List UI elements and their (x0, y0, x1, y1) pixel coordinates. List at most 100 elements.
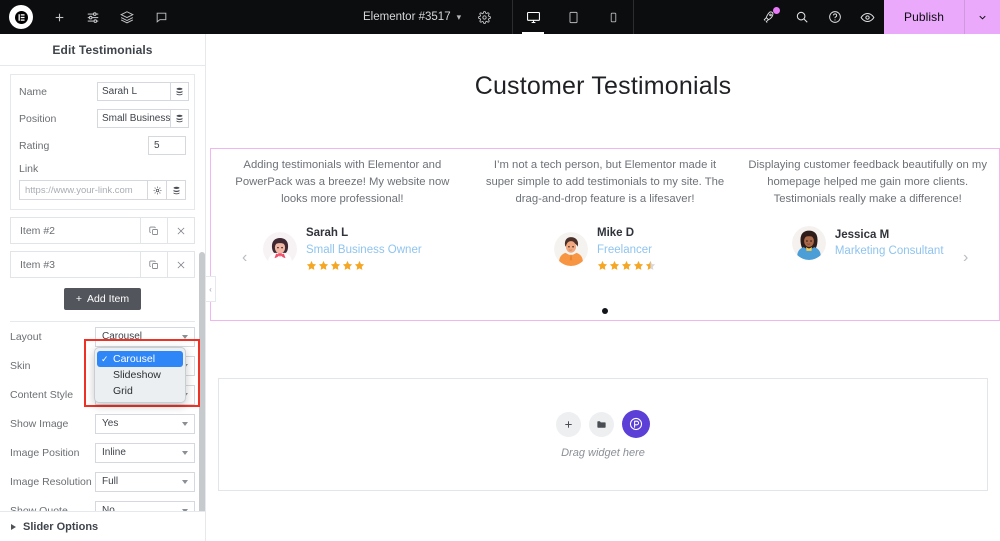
notification-badge-dot (773, 7, 780, 14)
whats-new-rocket-icon[interactable] (752, 0, 785, 34)
author-name: Mike D (597, 227, 635, 240)
chevron-right-icon (11, 523, 16, 530)
carousel-prev-arrow[interactable]: ‹ (242, 249, 247, 267)
settings-sliders-icon[interactable] (76, 0, 110, 34)
layout-option-grid[interactable]: Grid (97, 383, 183, 399)
carousel-pagination[interactable] (211, 308, 999, 314)
testimonial-text: Adding testimonials with Elementor and P… (235, 159, 450, 206)
plus-icon[interactable] (556, 411, 581, 437)
control-image-resolution-label: Image Resolution (10, 475, 92, 488)
toolbar-left-group (0, 0, 178, 34)
control-show-image-label: Show Image (10, 417, 69, 430)
testimonial-text: I’m not a tech person, but Elementor mad… (485, 159, 725, 206)
dynamic-tag-icon[interactable] (167, 180, 186, 200)
testimonials-widget[interactable]: Adding testimonials with Elementor and P… (210, 148, 1000, 321)
panel-collapse-toggle[interactable]: ‹ (206, 276, 216, 302)
position-input[interactable]: Small Business (97, 109, 171, 128)
show-image-select[interactable]: Yes (95, 413, 195, 434)
link-input[interactable]: https://www.your-link.com (19, 180, 148, 200)
field-position-label: Position (19, 112, 57, 125)
layout-dropdown-menu[interactable]: ✓ Carousel Slideshow Grid (94, 347, 186, 403)
show-image-select-value: Yes (102, 418, 119, 429)
help-icon[interactable] (818, 0, 851, 34)
pagination-dot[interactable] (602, 308, 608, 314)
control-image-resolution: Image Resolution Full (0, 467, 205, 496)
slider-options-label: Slider Options (23, 520, 99, 533)
add-element-icon[interactable] (42, 0, 76, 34)
control-image-position: Image Position Inline (0, 438, 205, 467)
layout-select-value: Carousel (102, 331, 143, 342)
device-desktop[interactable] (513, 0, 553, 34)
control-layout-label: Layout (10, 330, 42, 343)
preview-canvas: Customer Testimonials Adding testimonial… (206, 34, 1000, 541)
duplicate-icon[interactable] (140, 217, 167, 244)
testimonial-carousel: Adding testimonials with Elementor and P… (211, 149, 999, 320)
page-title: Customer Testimonials (474, 72, 732, 100)
device-mode-switcher (512, 0, 634, 34)
name-input[interactable]: Sarah L (97, 82, 171, 101)
add-item-button[interactable]: + Add Item (64, 288, 141, 310)
chevron-down-icon: ▾ (456, 11, 462, 22)
repeater-item-2[interactable]: Item #2 (10, 217, 195, 244)
testimonial-slide-1: Adding testimonials with Elementor and P… (211, 149, 474, 320)
remove-icon[interactable] (167, 217, 194, 244)
carousel-next-arrow[interactable]: › (963, 249, 968, 267)
rating-stars (597, 260, 656, 271)
avatar (791, 226, 826, 261)
image-position-select[interactable]: Inline (95, 442, 195, 463)
drag-widget-dropzone[interactable]: Drag widget here (218, 378, 988, 491)
avatar (262, 231, 297, 266)
repeater-item-3[interactable]: Item #3 (10, 251, 195, 278)
layout-select[interactable]: Carousel (95, 326, 195, 347)
image-position-select-value: Inline (102, 447, 126, 458)
panel-scrollbar[interactable] (199, 252, 205, 541)
control-image-position-label: Image Position (10, 446, 80, 459)
page-settings-gear-icon[interactable] (469, 0, 499, 34)
author-info: Mike D Freelancer (597, 226, 656, 271)
field-rating: Rating 5 (19, 136, 186, 155)
powerpack-p-icon[interactable] (622, 410, 650, 438)
elementor-logo-icon[interactable] (9, 5, 33, 29)
panel-header: Edit Testimonials (0, 34, 205, 66)
layout-option-carousel-label: Carousel (113, 353, 156, 365)
panel-body: Name Sarah L Position Small Business Rat… (0, 66, 205, 541)
image-resolution-select[interactable]: Full (95, 471, 195, 492)
comments-icon[interactable] (144, 0, 178, 34)
remove-icon[interactable] (167, 251, 194, 278)
author-name: Jessica M (834, 228, 890, 241)
preview-eye-icon[interactable] (851, 0, 884, 34)
testimonial-author: Mike D Freelancer (554, 226, 656, 271)
field-name: Name Sarah L (19, 82, 189, 101)
plus-icon: + (75, 293, 83, 305)
testimonial-author: Jessica M Marketing Consultant (791, 226, 944, 261)
device-tablet[interactable] (553, 0, 593, 34)
add-item-label: Add Item (87, 293, 130, 305)
panel-title: Edit Testimonials (52, 42, 153, 57)
publish-options-chevron-icon[interactable] (964, 0, 1000, 34)
author-role: Marketing Consultant (834, 245, 944, 258)
device-mobile[interactable] (593, 0, 633, 34)
folder-icon[interactable] (589, 411, 614, 437)
finder-search-icon[interactable] (785, 0, 818, 34)
control-show-image: Show Image Yes (0, 409, 205, 438)
repeater-item-label: Item #2 (20, 224, 56, 237)
dropzone-buttons (556, 410, 650, 438)
duplicate-icon[interactable] (140, 251, 167, 278)
publish-button[interactable]: Publish (884, 0, 964, 34)
chevron-down-icon (182, 334, 188, 339)
elementor-editor: Elementor #3517 ▾ Publish Edit Testimoni… (0, 0, 1000, 541)
document-name-button[interactable]: Elementor #3517 ▾ (355, 0, 469, 34)
slider-options-accordion[interactable]: Slider Options (0, 511, 205, 541)
navigator-layers-icon[interactable] (110, 0, 144, 34)
dynamic-tag-icon[interactable] (171, 109, 189, 128)
testimonial-slide-3: Displaying customer feedback beautifully… (736, 149, 999, 320)
dynamic-tag-icon[interactable] (171, 82, 189, 101)
author-role: Small Business Owner (305, 243, 422, 256)
rating-input[interactable]: 5 (148, 136, 186, 155)
layout-option-carousel[interactable]: ✓ Carousel (97, 351, 183, 367)
field-rating-label: Rating (19, 139, 50, 152)
layout-option-slideshow[interactable]: Slideshow (97, 367, 183, 383)
link-options-gear-icon[interactable] (148, 180, 167, 200)
testimonial-slide-2: I’m not a tech person, but Elementor mad… (474, 149, 737, 320)
image-resolution-select-value: Full (102, 476, 119, 487)
